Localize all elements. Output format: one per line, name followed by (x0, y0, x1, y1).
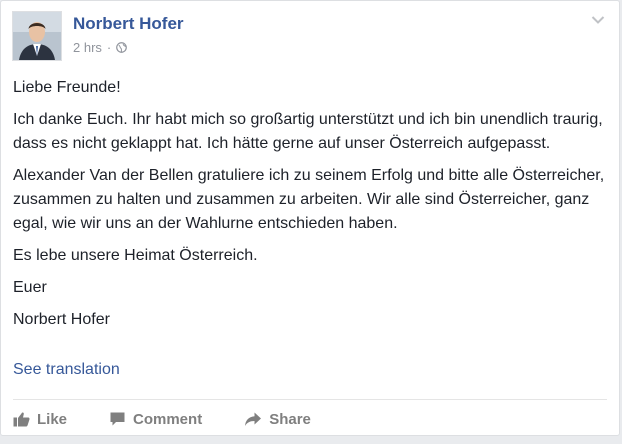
post-paragraph: Ich danke Euch. Ihr habt mich so großart… (13, 111, 603, 152)
comment-button[interactable]: Comment (109, 411, 202, 428)
see-translation-link[interactable]: See translation (13, 361, 120, 379)
post-paragraph: Alexander Van der Bellen gratuliere ich … (13, 167, 605, 232)
avatar[interactable] (12, 11, 62, 61)
share-button[interactable]: Share (244, 411, 311, 428)
post-paragraph: Norbert Hofer (13, 311, 110, 328)
comment-label: Comment (133, 410, 203, 428)
thumbs-up-icon (13, 412, 30, 427)
post-header: Norbert Hofer 2 hrs · (12, 11, 609, 63)
post-paragraph: Es lebe unsere Heimat Österreich. (13, 247, 258, 264)
post-paragraph: Liebe Freunde! (13, 79, 121, 96)
action-bar: Like Comment Share (13, 405, 353, 433)
post-paragraph: Euer (13, 279, 47, 296)
meta-separator: · (106, 40, 112, 55)
post-card: Norbert Hofer 2 hrs · Liebe Freunde! Ich… (0, 0, 620, 436)
action-divider (13, 399, 607, 400)
author-name[interactable]: Norbert Hofer (73, 14, 184, 34)
post-meta: 2 hrs · (73, 40, 128, 55)
globe-icon[interactable] (116, 42, 128, 53)
comment-icon (110, 412, 125, 426)
profile-photo (13, 12, 61, 60)
share-label: Share (269, 410, 311, 428)
post-body: Liebe Freunde! Ich danke Euch. Ihr habt … (13, 76, 611, 340)
share-arrow-icon (245, 412, 262, 426)
post-timestamp[interactable]: 2 hrs (73, 40, 102, 55)
like-button[interactable]: Like (13, 411, 67, 428)
chevron-down-icon[interactable] (591, 15, 605, 25)
like-label: Like (37, 410, 68, 428)
